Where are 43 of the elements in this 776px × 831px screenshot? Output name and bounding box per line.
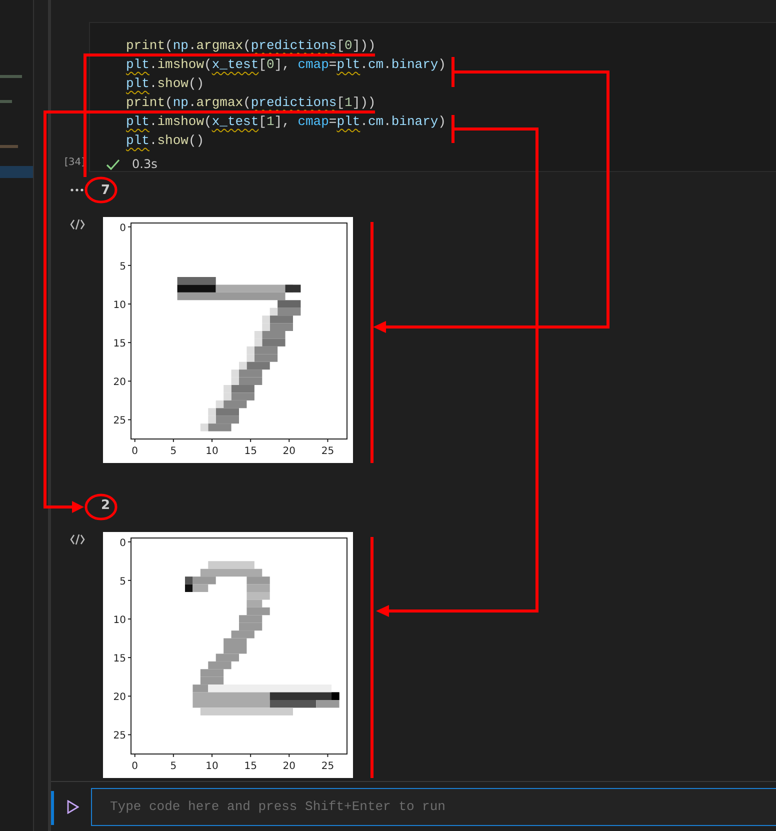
annotation-circle bbox=[84, 494, 118, 520]
code-line: plt.show() bbox=[126, 75, 206, 93]
y-tick-label: 15 bbox=[113, 654, 126, 665]
input-field[interactable]: Type code here and press Shift+Enter to run bbox=[91, 788, 776, 826]
code-line: plt.show() bbox=[126, 132, 206, 150]
y-tick-label: 15 bbox=[113, 338, 126, 350]
x-tick-label: 20 bbox=[282, 761, 296, 772]
y-tick-label: 10 bbox=[113, 300, 126, 311]
x-tick-label: 0 bbox=[132, 761, 138, 772]
code-line: plt.imshow(x_test[0], cmap=plt.cm.binary) bbox=[126, 56, 447, 74]
x-tick-label: 20 bbox=[282, 446, 296, 457]
output-text: 7 bbox=[100, 182, 110, 198]
y-tick-label: 25 bbox=[113, 416, 126, 427]
x-tick-label: 15 bbox=[244, 761, 257, 772]
x-tick-label: 15 bbox=[244, 446, 257, 457]
focus-marker bbox=[51, 791, 54, 825]
y-tick-label: 10 bbox=[113, 615, 126, 626]
code-line: plt.imshow(x_test[1], cmap=plt.cm.binary) bbox=[126, 113, 447, 131]
duration-text: 0.3s bbox=[132, 157, 158, 171]
x-tick-label: 0 bbox=[132, 446, 138, 457]
x-tick-label: 5 bbox=[170, 446, 177, 457]
code-cell[interactable]: print(np.argmax(predictions[0])) plt.imshow(x_test[0], cmap=plt.cm.binary) plt.show() print(np.argmax(predictions[1])) plt.imshow(x_test[1], cmap=plt.cm.binary) plt.show() 0.3s bbox=[89, 22, 776, 172]
code-line: print(np.argmax(predictions[1])) bbox=[126, 94, 377, 112]
y-tick-label: 20 bbox=[113, 692, 126, 704]
x-tick-label: 10 bbox=[206, 761, 218, 772]
y-tick-label: 0 bbox=[120, 538, 126, 549]
x-tick-label: 25 bbox=[321, 761, 334, 772]
y-tick-label: 25 bbox=[113, 730, 126, 742]
check-icon bbox=[106, 158, 120, 170]
more-icon[interactable] bbox=[70, 188, 84, 192]
y-tick-label: 20 bbox=[113, 377, 126, 388]
y-tick-label: 5 bbox=[120, 261, 126, 272]
x-tick-label: 25 bbox=[321, 446, 334, 457]
y-tick-label: 5 bbox=[120, 576, 126, 588]
y-tick-label: 0 bbox=[120, 222, 126, 234]
code-icon[interactable] bbox=[70, 219, 84, 230]
code-icon[interactable] bbox=[70, 534, 84, 545]
output-text: 2 bbox=[100, 498, 110, 512]
run-icon[interactable] bbox=[67, 800, 79, 814]
x-tick-label: 5 bbox=[170, 761, 177, 772]
x-tick-label: 10 bbox=[206, 446, 218, 457]
code-line: print(np.argmax(predictions[0])) bbox=[126, 37, 377, 55]
annotation-circle bbox=[84, 176, 118, 204]
